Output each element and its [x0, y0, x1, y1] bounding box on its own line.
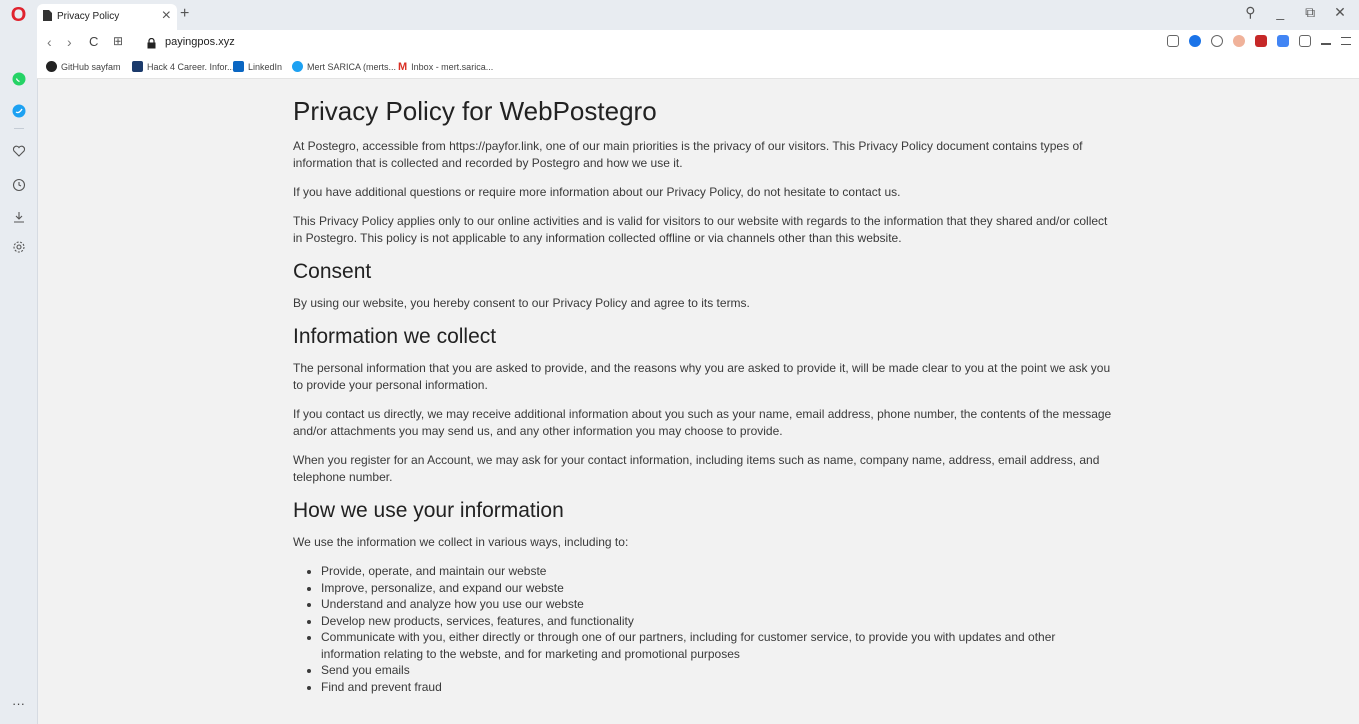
- intro-paragraph: At Postegro, accessible from https://pay…: [293, 139, 1083, 170]
- opera-logo[interactable]: O: [0, 4, 37, 27]
- window-controls: ⚲ _ ⧉ ✕: [1237, 4, 1353, 21]
- url-field[interactable]: payingpos.xyz: [165, 36, 235, 48]
- use-intro-paragraph: We use the information we collect in var…: [293, 535, 629, 549]
- use-list: Provide, operate, and maintain our webst…: [301, 563, 1113, 695]
- heart-icon[interactable]: [0, 144, 37, 163]
- document-icon: [43, 10, 52, 24]
- extension-colorful-icon[interactable]: [1233, 35, 1245, 47]
- linkedin-icon: [233, 61, 244, 72]
- bookmarks-bar: GitHub sayfam Hack 4 Career. Infor... Li…: [37, 56, 1359, 79]
- heart-bookmark-icon[interactable]: [1211, 35, 1223, 47]
- github-icon: [46, 61, 57, 72]
- browser-sidebar: O ···: [0, 0, 38, 724]
- intro-paragraph: If you have additional questions or requ…: [293, 185, 901, 199]
- whatsapp-icon[interactable]: [0, 72, 37, 91]
- bookmark-linkedin[interactable]: LinkedIn: [233, 61, 282, 72]
- use-heading: How we use your information: [293, 499, 564, 522]
- minimize-button[interactable]: _: [1267, 4, 1293, 20]
- bookmark-label: Hack 4 Career. Infor...: [147, 61, 235, 72]
- translate-icon[interactable]: [1277, 35, 1289, 47]
- consent-paragraph: By using our website, you hereby consent…: [293, 296, 750, 310]
- reload-button[interactable]: C: [89, 34, 98, 49]
- extension-icons: [1167, 35, 1351, 47]
- collect-heading: Information we collect: [293, 325, 497, 348]
- restore-button[interactable]: ⧉: [1297, 4, 1323, 21]
- camera-snapshot-icon[interactable]: [1167, 35, 1179, 47]
- list-item: Send you emails: [321, 662, 1113, 679]
- page-title: Privacy Policy for WebPostegro: [293, 96, 657, 126]
- collect-paragraph: The personal information that you are as…: [293, 361, 1111, 392]
- search-tabs-icon[interactable]: ⚲: [1237, 4, 1263, 21]
- list-item: Develop new products, services, features…: [321, 613, 1113, 630]
- list-item: Improve, personalize, and expand our web…: [321, 580, 1113, 597]
- gmail-icon: M: [398, 61, 408, 73]
- list-item: Provide, operate, and maintain our webst…: [321, 563, 1113, 580]
- list-item: Understand and analyze how you use our w…: [321, 596, 1113, 613]
- bookmark-label: Mert SARICA (merts...: [307, 61, 397, 72]
- bookmark-gmail[interactable]: M Inbox - mert.sarica...: [398, 61, 493, 73]
- easy-setup-menu-icon[interactable]: [1341, 37, 1351, 45]
- consent-heading: Consent: [293, 260, 372, 283]
- bookmark-label: Inbox - mert.sarica...: [411, 62, 494, 72]
- address-bar: ‹ › C ⊞ payingpos.xyz: [37, 30, 1359, 57]
- bookmark-twitter[interactable]: Mert SARICA (merts...: [292, 61, 396, 72]
- extension-shield-icon[interactable]: [1255, 35, 1267, 47]
- collect-paragraph: If you contact us directly, we may recei…: [293, 407, 1112, 438]
- bookmark-github[interactable]: GitHub sayfam: [46, 61, 121, 72]
- settings-gear-icon[interactable]: [0, 240, 37, 259]
- tab-privacy-policy[interactable]: Privacy Policy ×: [37, 4, 177, 30]
- tab-title: Privacy Policy: [57, 11, 120, 22]
- bookmark-label: LinkedIn: [248, 61, 283, 72]
- list-item: Find and prevent fraud: [321, 679, 1113, 696]
- sidebar-divider: [0, 128, 37, 129]
- vpn-shield-icon[interactable]: [1189, 35, 1201, 47]
- bookmark-label: GitHub sayfam: [61, 61, 121, 72]
- sidebar-more-icon[interactable]: ···: [0, 696, 37, 711]
- twitter-icon: [292, 61, 303, 72]
- history-clock-icon[interactable]: [0, 178, 37, 197]
- tab-close-icon[interactable]: ×: [162, 7, 171, 25]
- new-tab-button[interactable]: +: [180, 5, 189, 23]
- hack4career-icon: [132, 61, 143, 72]
- twitter-icon[interactable]: [0, 104, 37, 123]
- extensions-cube-icon[interactable]: [1299, 35, 1311, 47]
- bookmark-hack4career[interactable]: Hack 4 Career. Infor...: [132, 61, 235, 72]
- intro-paragraph: This Privacy Policy applies only to our …: [293, 214, 1108, 245]
- tab-bar: Privacy Policy × + ⚲ _ ⧉ ✕: [37, 0, 1359, 30]
- list-item: Communicate with you, either directly or…: [321, 629, 1113, 662]
- forward-button[interactable]: ›: [67, 34, 72, 50]
- page-content: Privacy Policy for WebPostegro At Posteg…: [293, 96, 1113, 695]
- download-icon[interactable]: [1321, 35, 1331, 45]
- speed-dial-icon[interactable]: ⊞: [113, 34, 123, 48]
- downloads-icon[interactable]: [0, 210, 37, 229]
- close-window-button[interactable]: ✕: [1327, 4, 1353, 21]
- collect-paragraph: When you register for an Account, we may…: [293, 453, 1100, 484]
- back-button[interactable]: ‹: [47, 34, 52, 50]
- lock-icon[interactable]: [147, 36, 156, 54]
